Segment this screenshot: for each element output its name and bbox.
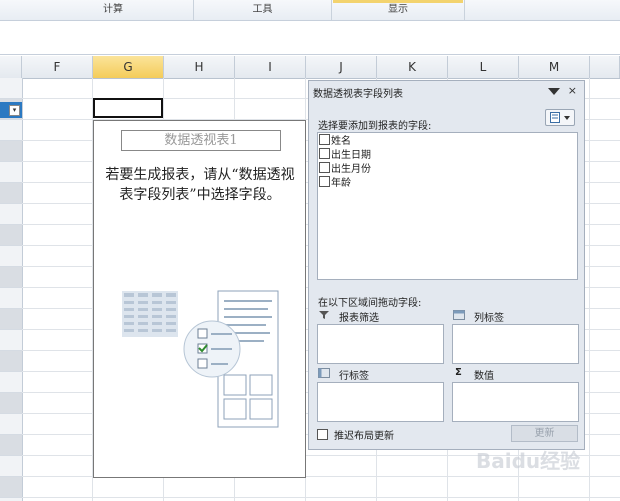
column-header-l[interactable]: L bbox=[448, 56, 519, 78]
chevron-down-icon: ▾ bbox=[9, 105, 20, 116]
filter-drop-zone[interactable] bbox=[317, 324, 444, 364]
column-header-k[interactable]: K bbox=[377, 56, 448, 78]
row-header[interactable] bbox=[0, 183, 22, 204]
close-icon[interactable]: × bbox=[568, 84, 577, 97]
field-label: 年龄 bbox=[331, 178, 351, 189]
active-cell-g[interactable] bbox=[93, 98, 163, 118]
field-item[interactable]: 出生日期 bbox=[319, 148, 371, 162]
field-list-box[interactable]: 姓名 出生日期 出生月份 年龄 bbox=[317, 132, 578, 280]
defer-layout-update[interactable]: 推迟布局更新 bbox=[317, 427, 394, 442]
values-zone-label: 数值 bbox=[474, 371, 494, 382]
row-header[interactable] bbox=[0, 351, 22, 372]
pivot-field-list-panel[interactable]: 数据透视表字段列表 × 选择要添加到报表的字段: 姓名 出生日期 出生月份 年龄… bbox=[308, 80, 585, 450]
sigma-icon: Σ bbox=[455, 367, 462, 378]
field-label: 出生月份 bbox=[331, 164, 371, 175]
row-header[interactable] bbox=[0, 204, 22, 225]
column-header-f[interactable]: F bbox=[22, 56, 93, 78]
row-header[interactable] bbox=[0, 477, 22, 498]
filter-zone-label: 报表筛选 bbox=[339, 313, 379, 324]
choose-fields-label: 选择要添加到报表的字段: bbox=[318, 121, 432, 132]
layout-options-button[interactable] bbox=[545, 109, 575, 126]
row-header[interactable] bbox=[0, 162, 22, 183]
column-header-i[interactable]: I bbox=[235, 56, 306, 78]
filter-icon bbox=[319, 311, 329, 319]
row-labels-icon bbox=[318, 368, 330, 378]
panel-title: 数据透视表字段列表 bbox=[313, 89, 403, 100]
field-label: 姓名 bbox=[331, 136, 351, 147]
defer-layout-label: 推迟布局更新 bbox=[334, 431, 394, 442]
row-header[interactable] bbox=[0, 288, 22, 309]
checkbox[interactable] bbox=[317, 429, 328, 440]
pivot-illustration-icon bbox=[122, 290, 279, 428]
field-item[interactable]: 出生月份 bbox=[319, 162, 371, 176]
column-header-m[interactable]: M bbox=[519, 56, 590, 78]
row-header[interactable] bbox=[0, 309, 22, 330]
column-header-partial-right bbox=[590, 56, 620, 78]
row-header[interactable] bbox=[0, 414, 22, 435]
ribbon-group-show[interactable]: 显示 bbox=[332, 0, 465, 20]
panel-menu-arrow-icon[interactable] bbox=[548, 88, 560, 95]
update-button[interactable]: 更新 bbox=[511, 425, 578, 442]
chevron-down-icon bbox=[564, 116, 570, 120]
column-labels-icon bbox=[453, 310, 465, 320]
row-header[interactable] bbox=[0, 267, 22, 288]
watermark-logo: Baidu经验 bbox=[476, 449, 581, 473]
row-header[interactable] bbox=[0, 246, 22, 267]
column-header-partial bbox=[0, 56, 22, 78]
row-header[interactable] bbox=[0, 225, 22, 246]
layout-icon bbox=[550, 112, 560, 123]
field-label: 出生日期 bbox=[331, 150, 371, 161]
drag-fields-label: 在以下区域间拖动字段: bbox=[318, 298, 422, 309]
row-header[interactable] bbox=[0, 330, 22, 351]
field-item[interactable]: 姓名 bbox=[319, 134, 351, 148]
column-header-h[interactable]: H bbox=[164, 56, 235, 78]
row-header[interactable] bbox=[0, 141, 22, 162]
column-header-j[interactable]: J bbox=[306, 56, 377, 78]
column-header-g[interactable]: G bbox=[93, 56, 164, 78]
checkbox[interactable] bbox=[319, 176, 330, 187]
column-drop-zone[interactable] bbox=[452, 324, 579, 364]
pivot-table-instructions: 若要生成报表，请从“数据透视表字段列表”中选择字段。 bbox=[105, 167, 295, 203]
row-header[interactable] bbox=[0, 393, 22, 414]
ribbon-group-labels: 计算 工具 显示 bbox=[0, 0, 620, 21]
column-headers: F G H I J K L M bbox=[0, 56, 620, 79]
column-zone-label: 列标签 bbox=[474, 313, 504, 324]
row-zone-label: 行标签 bbox=[339, 371, 369, 382]
checkbox[interactable] bbox=[319, 162, 330, 173]
values-drop-zone[interactable] bbox=[452, 382, 579, 422]
row-headers bbox=[0, 78, 23, 501]
row-header[interactable] bbox=[0, 120, 22, 141]
row-drop-zone[interactable] bbox=[317, 382, 444, 422]
checkbox[interactable] bbox=[319, 134, 330, 145]
field-item[interactable]: 年龄 bbox=[319, 176, 351, 190]
row-header[interactable] bbox=[0, 78, 22, 99]
checkbox[interactable] bbox=[319, 148, 330, 159]
pivot-table-title: 数据透视表1 bbox=[121, 130, 281, 151]
formula-bar-area bbox=[0, 21, 620, 55]
ribbon-group-tools[interactable]: 工具 bbox=[194, 0, 332, 20]
row-header[interactable] bbox=[0, 456, 22, 477]
pivot-table-placeholder[interactable]: 数据透视表1 若要生成报表，请从“数据透视表字段列表”中选择字段。 bbox=[93, 120, 306, 478]
row-header[interactable] bbox=[0, 435, 22, 456]
autofilter-dropdown-button[interactable]: ▾ bbox=[0, 102, 22, 118]
ribbon-group-calculate[interactable]: 计算 bbox=[33, 0, 194, 20]
row-header[interactable] bbox=[0, 372, 22, 393]
